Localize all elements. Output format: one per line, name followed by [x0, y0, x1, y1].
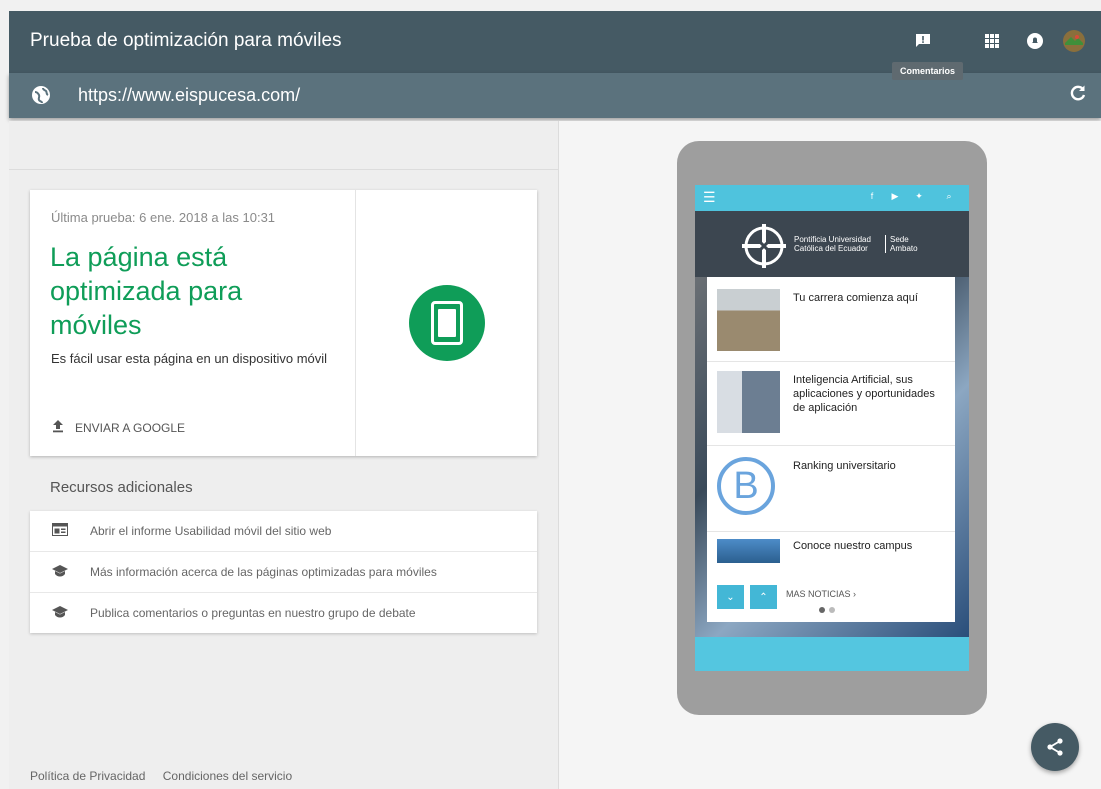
notifications-icon[interactable]: [1023, 29, 1047, 53]
tested-url[interactable]: https://www.eispucesa.com/: [78, 85, 300, 106]
carousel-dots: [819, 607, 835, 613]
report-icon: [30, 523, 90, 539]
ranking-logo-icon: B: [717, 457, 775, 515]
news-thumbnail: [717, 539, 780, 563]
university-logo-icon: [742, 224, 786, 268]
feedback-tooltip: Comentarios: [892, 62, 964, 80]
mobile-topbar: ☰ f ▶ ✦ ⌕: [695, 185, 969, 211]
terms-link[interactable]: Condiciones del servicio: [163, 769, 292, 783]
card-divider: [355, 190, 356, 456]
news-title: Inteligencia Artificial, sus aplicacione…: [793, 374, 935, 414]
result-card: Última prueba: 6 ene. 2018 a las 10:31 L…: [30, 190, 537, 456]
share-button[interactable]: [1031, 723, 1079, 771]
resources-title: Recursos adicionales: [50, 479, 193, 496]
mobile-friendly-icon: [409, 285, 485, 361]
result-headline: La página está optimizada para móviles: [50, 242, 243, 340]
submit-to-google-label: ENVIAR A GOOGLE: [75, 421, 186, 435]
submit-to-google-button[interactable]: ENVIAR A GOOGLE: [51, 419, 185, 437]
footer: Política de Privacidad Condiciones del s…: [30, 769, 306, 783]
news-thumbnail: [717, 371, 780, 433]
resource-label: Abrir el informe Usabilidad móvil del si…: [90, 524, 332, 538]
menu-icon: ☰: [703, 189, 716, 205]
university-name: Pontificia Universidad Católica del Ecua…: [794, 235, 871, 253]
news-item[interactable]: B Ranking universitario: [707, 445, 955, 532]
results-header-band: [9, 121, 558, 170]
news-title: Ranking universitario: [793, 460, 896, 472]
upload-icon: [51, 419, 65, 437]
results-pane: Última prueba: 6 ene. 2018 a las 10:31 L…: [9, 121, 559, 789]
news-thumbnail: [717, 289, 780, 351]
carousel-up-button[interactable]: ⌃: [750, 585, 777, 609]
mobile-news-list: Tu carrera comienza aquí Inteligencia Ar…: [707, 277, 955, 622]
mobile-site-header: Pontificia Universidad Católica del Ecua…: [695, 211, 969, 277]
phone-frame: ☰ f ▶ ✦ ⌕ Pontificia Universidad Católic…: [677, 141, 987, 715]
avatar[interactable]: [1062, 29, 1086, 53]
apps-grid-icon[interactable]: [980, 29, 1004, 53]
resource-learn-more[interactable]: Más información acerca de las páginas op…: [30, 551, 537, 592]
carousel-down-button[interactable]: ⌄: [717, 585, 744, 609]
youtube-icon: ▶: [891, 191, 899, 201]
resource-discussion-group[interactable]: Publica comentarios o preguntas en nuest…: [30, 592, 537, 633]
school-icon: [30, 564, 90, 581]
resource-usability-report[interactable]: Abrir el informe Usabilidad móvil del si…: [30, 511, 537, 551]
resources-list: Abrir el informe Usabilidad móvil del si…: [30, 511, 537, 633]
share-icon: [1047, 738, 1063, 756]
page-title: Prueba de optimización para móviles: [30, 30, 342, 51]
resource-label: Más información acerca de las páginas op…: [90, 565, 437, 579]
facebook-icon: f: [870, 191, 874, 201]
privacy-link[interactable]: Política de Privacidad: [30, 769, 145, 783]
last-test-timestamp: Última prueba: 6 ene. 2018 a las 10:31: [51, 210, 276, 225]
twitter-icon: ✦: [915, 191, 923, 201]
news-item[interactable]: Inteligencia Artificial, sus aplicacione…: [707, 361, 955, 446]
carousel-nav: ⌄ ⌃: [717, 585, 777, 609]
more-news-link[interactable]: MAS NOTICIAS ›: [786, 589, 856, 599]
resource-label: Publica comentarios o preguntas en nuest…: [90, 606, 416, 620]
result-description: Es fácil usar esta página en un disposit…: [51, 351, 328, 366]
news-title: Conoce nuestro campus: [793, 540, 913, 552]
news-title: Tu carrera comienza aquí: [793, 292, 918, 304]
preview-pane: ☰ f ▶ ✦ ⌕ Pontificia Universidad Católic…: [559, 121, 1101, 789]
feedback-icon[interactable]: [911, 29, 935, 53]
news-item[interactable]: Conoce nuestro campus: [707, 531, 955, 571]
globe-icon: [31, 85, 51, 105]
phone-screen[interactable]: ☰ f ▶ ✦ ⌕ Pontificia Universidad Católic…: [695, 185, 969, 671]
school-icon: [30, 605, 90, 622]
search-icon: ⌕: [946, 191, 952, 201]
university-campus: Sede Ambato: [885, 235, 918, 253]
refresh-icon[interactable]: [1069, 84, 1087, 108]
news-item[interactable]: Tu carrera comienza aquí: [707, 277, 955, 362]
